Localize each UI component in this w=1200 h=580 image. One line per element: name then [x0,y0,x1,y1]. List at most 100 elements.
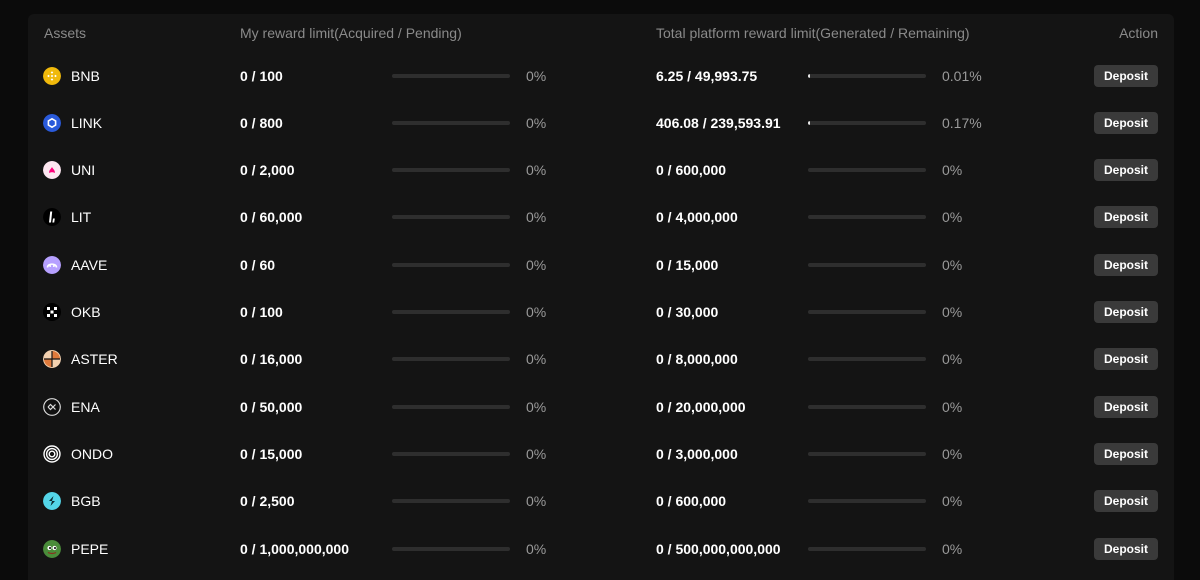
table-row: BGB 0 / 2,500 0% 0 / 600,000 0% Deposit [28,478,1174,525]
total-reward-progress-bar [808,499,926,504]
my-reward-limit-value: 0 / 1,000,000,000 [240,540,349,557]
table-row: ONDO 0 / 15,000 0% 0 / 3,000,000 0% Deposit [28,430,1174,477]
total-reward-percent: 0% [942,540,963,557]
my-reward-percent: 0% [526,351,547,368]
total-reward-limit-value: 0 / 500,000,000,000 [656,540,781,557]
total-reward-progress-bar [808,404,926,409]
table-row: LIT 0 / 60,000 0% 0 / 4,000,000 0% Deposit [28,194,1174,241]
asset-name: BGB [71,493,101,510]
total-reward-percent: 0% [942,209,963,226]
header-assets: Assets [44,25,87,41]
asset-name: OKB [71,304,101,320]
table-row: UNI 0 / 2,000 0% 0 / 600,000 0% Deposit [28,147,1174,194]
total-reward-progress-bar [808,215,926,220]
my-reward-limit-value: 0 / 100 [240,304,283,320]
my-reward-percent: 0% [526,209,547,226]
total-reward-percent: 0% [942,304,963,320]
deposit-button[interactable]: Deposit [1093,395,1158,418]
header-my-reward-limit: My reward limit(Acquired / Pending) [240,25,462,41]
total-reward-progress-bar [808,310,926,314]
total-reward-limit-value: 0 / 15,000 [656,256,719,273]
header-action: Action [1119,25,1158,41]
my-reward-percent: 0% [526,445,547,462]
my-reward-limit-value: 0 / 16,000 [240,351,303,368]
my-reward-percent: 0% [526,398,547,415]
asset-name: PEPE [71,540,109,557]
my-reward-progress-bar [392,310,510,314]
my-reward-progress-bar [392,73,510,78]
asset-name: ONDO [71,445,113,462]
my-reward-limit-value: 0 / 50,000 [240,398,303,415]
deposit-button[interactable]: Deposit [1093,490,1158,513]
my-reward-progress-bar [392,215,510,220]
deposit-button[interactable]: Deposit [1093,206,1158,229]
total-reward-percent: 0% [942,351,963,368]
total-reward-limit-value: 0 / 20,000,000 [656,398,746,415]
my-reward-limit-value: 0 / 15,000 [240,445,303,462]
my-reward-progress-bar [392,357,510,362]
total-reward-limit-value: 0 / 30,000 [656,304,719,320]
aave-icon [43,255,61,274]
total-reward-progress-fill [808,73,810,78]
total-reward-limit-value: 0 / 600,000 [656,162,727,179]
okb-icon [43,303,61,321]
my-reward-percent: 0% [526,304,547,320]
total-reward-limit-value: 0 / 4,000,000 [656,209,738,226]
my-reward-progress-bar [392,168,510,173]
total-reward-limit-value: 6.25 / 49,993.75 [656,67,758,84]
table-row: ENA 0 / 50,000 0% 0 / 20,000,000 0% Deposit [28,383,1174,430]
asset-name: ASTER [71,351,118,368]
table-row: OKB 0 / 100 0% 0 / 30,000 0% Deposit [28,289,1174,336]
deposit-button[interactable]: Deposit [1093,301,1158,323]
table-header: Assets My reward limit(Acquired / Pendin… [28,14,1174,52]
total-reward-limit-value: 0 / 3,000,000 [656,445,738,462]
asset-name: ENA [71,398,100,415]
total-reward-limit-value: 406.08 / 239,593.91 [656,114,781,131]
my-reward-percent: 0% [526,67,547,84]
my-reward-progress-bar [392,120,510,125]
total-reward-progress-bar [808,451,926,456]
asset-name: UNI [71,162,96,179]
lit-icon [43,208,61,227]
deposit-button[interactable]: Deposit [1093,159,1158,182]
deposit-button[interactable]: Deposit [1093,253,1158,276]
deposit-button[interactable]: Deposit [1093,111,1158,134]
ena-icon [43,397,61,416]
rewards-table: Assets My reward limit(Acquired / Pendin… [28,14,1174,580]
my-reward-percent: 0% [526,114,547,131]
total-reward-progress-bar [808,262,926,267]
bgb-icon [43,492,61,511]
asset-name: BNB [71,67,100,84]
my-reward-progress-bar [392,451,510,456]
deposit-button[interactable]: Deposit [1093,442,1158,465]
table-row: PEPE 0 / 1,000,000,000 0% 0 / 500,000,000,0… [28,525,1174,572]
header-total-platform-reward-limit: Total platform reward limit(Generated / … [656,25,970,41]
my-reward-percent: 0% [526,493,547,510]
total-reward-progress-bar [808,73,926,78]
total-reward-percent: 0% [942,256,963,273]
deposit-button[interactable]: Deposit [1093,537,1158,560]
total-reward-limit-value: 0 / 8,000,000 [656,351,738,368]
total-reward-progress-bar [808,357,926,362]
table-row: AAVE 0 / 60 0% 0 / 15,000 0% Deposit [28,241,1174,288]
bnb-icon [43,66,61,85]
my-reward-progress-bar [392,404,510,409]
deposit-button[interactable]: Deposit [1093,348,1158,371]
table-row: ASTER 0 / 16,000 0% 0 / 8,000,000 0% Deposit [28,336,1174,383]
my-reward-percent: 0% [526,162,547,179]
uni-icon [43,161,61,180]
asset-name: LIT [71,209,92,226]
total-reward-percent: 0% [942,493,963,510]
total-reward-limit-value: 0 / 600,000 [656,493,727,510]
my-reward-limit-value: 0 / 100 [240,67,283,84]
total-reward-percent: 0% [942,398,963,415]
my-reward-limit-value: 0 / 2,000 [240,162,295,179]
total-reward-percent: 0% [942,445,963,462]
total-reward-progress-bar [808,546,926,551]
aster-icon [43,350,61,369]
my-reward-percent: 0% [526,256,547,273]
deposit-button[interactable]: Deposit [1093,64,1158,87]
total-reward-percent: 0.17% [942,114,982,131]
my-reward-progress-bar [392,262,510,267]
pepe-icon [43,539,61,558]
